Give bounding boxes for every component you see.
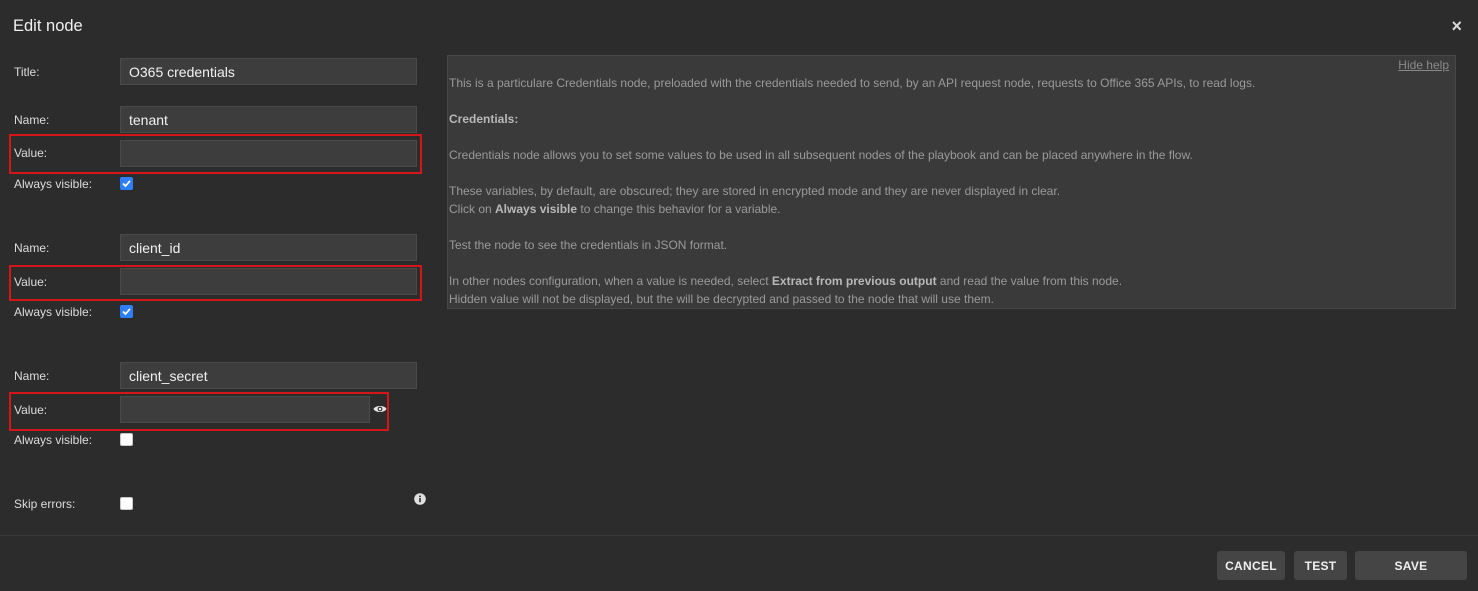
info-icon[interactable] <box>414 493 426 505</box>
test-button[interactable]: TEST <box>1294 551 1347 580</box>
variable-2-always-visible-checkbox[interactable] <box>120 305 133 318</box>
variable-2-value-label: Value: <box>14 275 48 289</box>
skip-errors-checkbox[interactable] <box>120 497 133 510</box>
dialog-header: Edit node × <box>0 0 1478 54</box>
variable-3-name-label: Name: <box>14 369 50 383</box>
help-text-hidden: Hidden value will not be displayed, but … <box>449 292 995 306</box>
variable-1-value-input[interactable] <box>120 140 417 167</box>
help-text-credentials: Credentials node allows you to set some … <box>449 148 1193 162</box>
variable-2-always-visible-label: Always visible: <box>14 305 93 319</box>
help-text-always-visible: Click on Always visible to change this b… <box>449 202 781 216</box>
help-panel: Hide help This is a particulare Credenti… <box>447 55 1456 309</box>
help-text-extract: In other nodes configuration, when a val… <box>449 274 1123 288</box>
variable-3-always-visible-checkbox[interactable] <box>120 433 133 446</box>
check-icon <box>122 180 131 188</box>
close-icon[interactable]: × <box>1451 16 1462 36</box>
help-text-intro: This is a particulare Credentials node, … <box>449 76 1256 90</box>
variable-3-value-label: Value: <box>14 403 48 417</box>
help-text-obscured: These variables, by default, are obscure… <box>449 184 1061 198</box>
check-icon <box>122 308 131 316</box>
variable-3-value-input[interactable] <box>120 396 370 423</box>
variable-1-always-visible-checkbox[interactable] <box>120 177 133 190</box>
footer-divider <box>0 535 1478 536</box>
variable-1-value-label: Value: <box>14 146 48 160</box>
edit-node-dialog: Edit node × Title: Name: Value: Always v… <box>0 0 1478 591</box>
eye-icon[interactable] <box>373 403 387 415</box>
variable-2-value-input[interactable] <box>120 268 417 295</box>
variable-2-name-input[interactable] <box>120 234 417 261</box>
variable-3-name-input[interactable] <box>120 362 417 389</box>
variable-1-always-visible-label: Always visible: <box>14 177 93 191</box>
title-label: Title: <box>14 65 40 79</box>
variable-3-always-visible-label: Always visible: <box>14 433 93 447</box>
variable-1-name-label: Name: <box>14 113 50 127</box>
help-heading: Credentials: <box>449 112 519 126</box>
variable-2-name-label: Name: <box>14 241 50 255</box>
hide-help-link[interactable]: Hide help <box>1398 58 1449 72</box>
skip-errors-label: Skip errors: <box>14 497 76 511</box>
title-input[interactable] <box>120 58 417 85</box>
variable-1-name-input[interactable] <box>120 106 417 133</box>
dialog-title: Edit node <box>13 17 83 35</box>
save-button[interactable]: SAVE <box>1355 551 1467 580</box>
cancel-button[interactable]: CANCEL <box>1217 551 1285 580</box>
help-text-test: Test the node to see the credentials in … <box>449 238 728 252</box>
